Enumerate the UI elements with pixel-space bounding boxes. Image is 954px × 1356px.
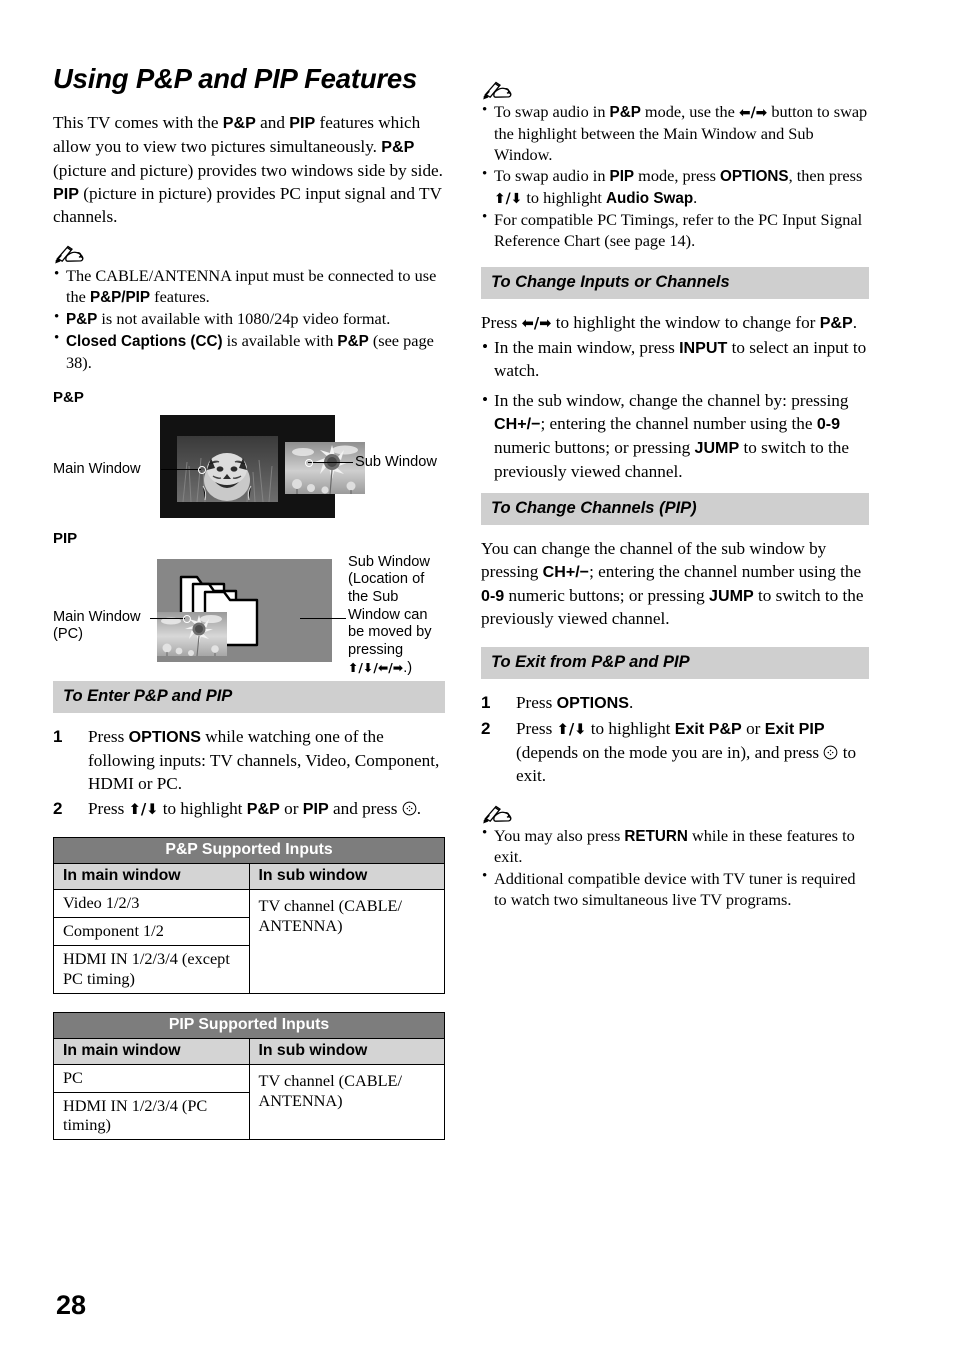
table-title: PIP Supported Inputs: [53, 1011, 445, 1039]
table-header-row: In main window In sub window: [53, 1037, 445, 1065]
pp-sub-window-callout: Sub Window: [355, 453, 437, 470]
table-row: PC TV channel (CABLE/ ANTENNA): [53, 1063, 445, 1141]
pip-main-window-callout: Main Window (PC): [53, 609, 141, 644]
table-row: Video 1/2/3 TV channel (CABLE/ ANTENNA): [53, 889, 445, 994]
left-column: Using P&P and PIP Features This TV comes…: [53, 63, 445, 1141]
pp-main-leader-dot: [198, 465, 206, 474]
table-title: P&P Supported Inputs: [53, 837, 445, 865]
note-item: P&P is not available with 1080/24p video…: [53, 308, 445, 330]
table-title-row: P&P Supported Inputs: [53, 837, 445, 865]
figure-pp: Main Window Sub Window: [53, 412, 445, 528]
note-block-right: To swap audio in P&P mode, use the ⬅/➡ b…: [481, 78, 869, 251]
table-pip-supported-inputs: PIP Supported Inputs In main window In s…: [53, 1011, 445, 1141]
pip-main-leader-dot: [183, 614, 191, 623]
bullet-item: In the main window, press INPUT to selec…: [481, 335, 869, 383]
page-number: 28: [56, 1290, 87, 1320]
note-item: You may also press RETURN while in these…: [481, 824, 869, 868]
step-text: Press ⬆/⬇ to highlight P&P or PIP and pr…: [88, 799, 421, 819]
cell-main-input: Component 1/2: [53, 917, 250, 946]
note-item: The CABLE/ANTENNA input must be connecte…: [53, 265, 445, 308]
pip-main-callout-line1: Main Window: [53, 608, 141, 625]
step-number: 1: [53, 726, 63, 746]
step-text: Press ⬆/⬇ to highlight Exit P&P or Exit …: [516, 719, 857, 786]
memo-pen-icon: [481, 78, 515, 100]
enter-key-icon: [402, 799, 417, 818]
cell-sub-input: TV channel (CABLE/ ANTENNA): [248, 1063, 445, 1141]
column-header-sub: In sub window: [248, 863, 445, 891]
note-item: For compatible PC Timings, refer to the …: [481, 208, 869, 251]
change-inputs-bullets: In the main window, press INPUT to selec…: [481, 335, 869, 483]
section-header-exit: To Exit from P&P and PIP: [481, 647, 869, 680]
steps-exit: 1 Press OPTIONS. 2 Press ⬆/⬇ to highligh…: [481, 691, 869, 788]
pp-sub-leader-line: [308, 461, 353, 463]
note-block-left: The CABLE/ANTENNA input must be connecte…: [53, 242, 445, 372]
table-title-row: PIP Supported Inputs: [53, 1011, 445, 1039]
memo-pen-icon: [481, 802, 515, 824]
figure-pip: Main Window (PC) Sub Window (Location of t…: [53, 553, 445, 676]
cell-main-input: HDMI IN 1/2/3/4 (PC timing): [53, 1091, 250, 1141]
steps-enter: 1 Press OPTIONS while watching one of th…: [53, 725, 445, 822]
pp-main-window-callout: Main Window: [53, 460, 141, 477]
note-list-left: The CABLE/ANTENNA input must be connecte…: [53, 265, 445, 372]
document-page: Using P&P and PIP Features This TV comes…: [0, 0, 954, 1356]
column-header-main: In main window: [53, 863, 250, 891]
table-pp-supported-inputs: P&P Supported Inputs In main window In s…: [53, 837, 445, 994]
table-header-row: In main window In sub window: [53, 863, 445, 891]
cell-sub-input: TV channel (CABLE/ ANTENNA): [248, 889, 445, 994]
step-item: 1 Press OPTIONS while watching one of th…: [53, 725, 445, 796]
pip-main-leader-line: [150, 617, 185, 619]
figure-label-pp: P&P: [53, 388, 84, 406]
figure-label-pip: PIP: [53, 529, 78, 547]
note-list-right: To swap audio in P&P mode, use the ⬅/➡ b…: [481, 100, 869, 251]
note-item: To swap audio in PIP mode, press OPTIONS…: [481, 165, 869, 209]
direction-arrows-icon: ⬆/⬇: [556, 721, 587, 739]
pip-main-callout-line2: (PC): [53, 626, 83, 643]
change-inputs-intro: Press ⬅/➡ to highlight the window to cha…: [481, 312, 858, 332]
note-item: Closed Captions (CC) is available with P…: [53, 329, 445, 373]
note-list-exit: You may also press RETURN while in these…: [481, 824, 869, 910]
direction-arrows-icon: ⬅/➡: [521, 314, 552, 332]
step-number: 2: [53, 799, 63, 819]
cell-main-input: HDMI IN 1/2/3/4 (except PC timing): [53, 944, 250, 994]
enter-key-icon: [823, 743, 838, 762]
direction-arrows-icon: ⬆/⬇: [494, 190, 523, 207]
column-header-sub: In sub window: [248, 1037, 445, 1065]
pp-sub-window-image: [285, 441, 365, 494]
step-item: 2 Press ⬆/⬇ to highlight P&P or PIP and …: [53, 797, 445, 821]
memo-pen-icon: [53, 242, 87, 264]
direction-arrows-icon: ⬅/➡: [738, 105, 768, 121]
pp-sub-leader-dot: [305, 458, 313, 467]
step-item: 1 Press OPTIONS.: [481, 691, 869, 715]
right-column: To swap audio in P&P mode, use the ⬅/➡ b…: [481, 78, 869, 910]
column-header-main: In main window: [53, 1037, 250, 1065]
bullet-item: In the sub window, change the channel by…: [481, 388, 869, 483]
step-number: 1: [481, 693, 491, 713]
cell-main-input: PC: [53, 1063, 250, 1093]
pip-sub-leader-line: [300, 617, 346, 619]
section-header-change-channels: To Change Channels (PIP): [481, 492, 869, 525]
intro-paragraph: This TV comes with the P&P and PIP featu…: [53, 113, 443, 227]
pp-main-leader-line: [161, 468, 201, 470]
change-channels-text: You can change the channel of the sub wi…: [481, 538, 864, 629]
step-number: 2: [481, 719, 491, 739]
pip-sub-window-callout: Sub Window (Location of the Sub Window can b…: [348, 553, 432, 676]
note-item: Additional compatible device with TV tun…: [481, 867, 869, 910]
note-block-exit: You may also press RETURN while in these…: [481, 802, 869, 910]
cell-main-input: Video 1/2/3: [53, 889, 250, 919]
direction-arrows-icon: ⬆/⬇: [128, 801, 159, 819]
direction-arrows-icon: ⬆/⬇/⬅/➡: [348, 659, 404, 675]
page-title: Using P&P and PIP Features: [53, 63, 418, 94]
note-item: To swap audio in P&P mode, use the ⬅/➡ b…: [481, 100, 869, 165]
step-text: Press OPTIONS while watching one of the …: [88, 726, 440, 793]
section-header-change-inputs: To Change Inputs or Channels: [481, 266, 869, 299]
section-header-enter: To Enter P&P and PIP: [53, 680, 445, 713]
step-item: 2 Press ⬆/⬇ to highlight Exit P&P or Exi…: [481, 717, 869, 788]
step-text: Press OPTIONS.: [516, 693, 634, 713]
